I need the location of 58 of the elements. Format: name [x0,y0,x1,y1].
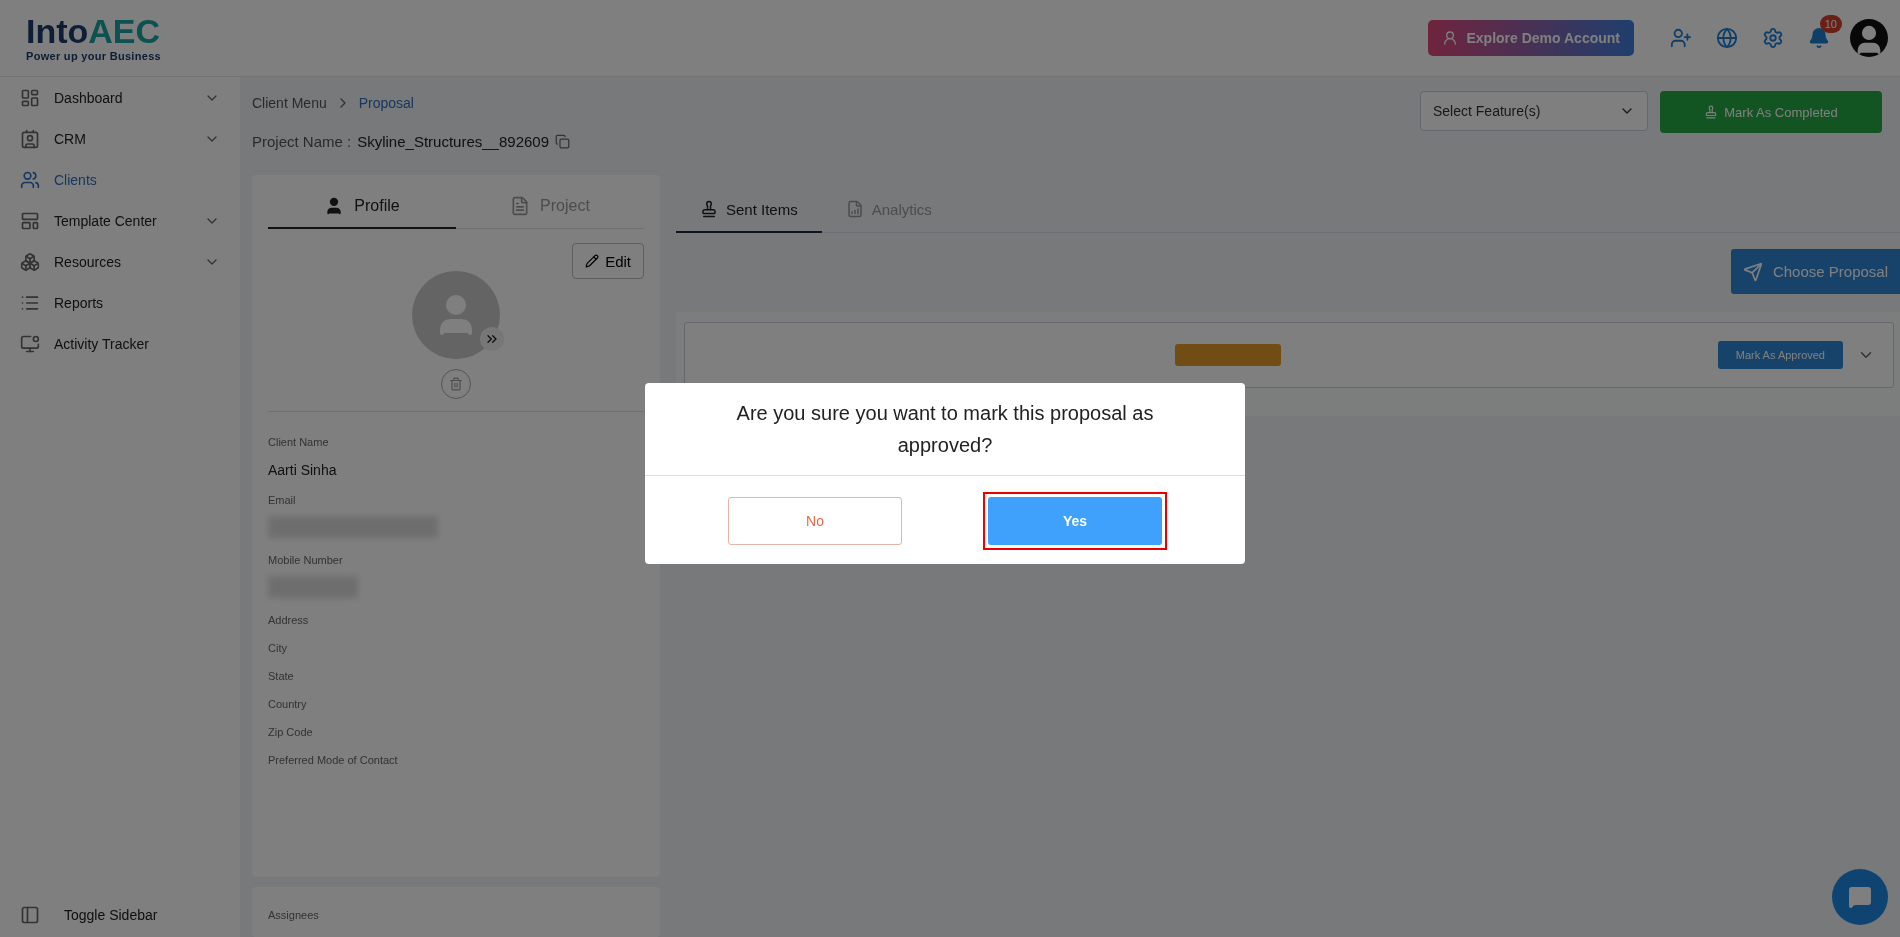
field-label: City [268,642,288,654]
send-icon [1742,261,1763,282]
choose-proposal-button[interactable]: Choose Proposal [1730,249,1900,294]
report-icon [845,200,864,218]
breadcrumb-link[interactable]: Client Menu [252,95,327,111]
field-value: Aarti Sinha [268,462,338,478]
chevrons-right-icon[interactable] [480,327,504,351]
stamp-icon [700,200,718,218]
toggle-sidebar-label[interactable]: Toggle Sidebar [64,907,158,923]
yes-button[interactable]: Yes [988,497,1162,545]
person-icon [1442,30,1459,46]
no-button[interactable]: No [728,497,902,545]
content-tab[interactable]: Sent Items [676,187,822,233]
sidebar-item[interactable]: Dashboard [0,77,240,118]
layout-icon [20,210,40,231]
notification-bell-icon[interactable] [1808,27,1830,49]
edit-button[interactable]: Edit [572,243,644,279]
field-label: Email [268,494,297,506]
explore-demo-button[interactable]: Explore Demo Account [1428,20,1634,56]
field-label: Address [268,614,310,626]
brand-logo: IntoAEC [26,14,161,48]
field-label: Country [268,698,308,710]
add-user-icon[interactable] [1670,27,1692,49]
dashboard-icon [20,87,40,108]
field-label: Preferred Mode of Contact [268,754,399,766]
profile-tab[interactable]: Profile [268,185,456,229]
field-label: Client Name [268,436,330,448]
stamp-icon [1704,105,1719,119]
project-name: Skyline_Structures__892609 [357,133,549,150]
feature-select[interactable]: Select Feature(s) [1420,91,1648,131]
sidebar-item[interactable]: CRM [0,118,240,159]
people-icon [20,169,40,190]
pencil-icon [585,254,600,268]
field-label: Mobile Number [268,554,344,566]
sidebar-item[interactable]: Activity Tracker [0,323,240,364]
sidebar-item[interactable]: Resources [0,241,240,282]
field-label: Zip Code [268,726,314,738]
dialog-message: Are you sure you want to mark this proposal as approved? [645,383,1245,476]
settings-icon[interactable] [1762,27,1784,49]
nodes-icon [20,251,40,272]
panel-icon[interactable] [20,905,40,925]
field-label: State [268,670,295,682]
sidebar-item[interactable]: Reports [0,282,240,323]
chat-icon[interactable] [1832,869,1888,925]
globe-icon[interactable] [1716,27,1738,49]
assignees-label: Assignees [268,909,320,921]
sidebar-item[interactable]: Template Center [0,200,240,241]
user-avatar[interactable] [1850,19,1888,57]
project-name-label: Project Name : [252,133,352,150]
monitor-icon [20,333,40,354]
breadcrumb-link[interactable]: Proposal [358,95,414,111]
mark-completed-button[interactable]: Mark As Completed [1660,91,1882,133]
sidebar-item[interactable]: Clients [0,159,240,200]
copy-icon[interactable] [555,134,570,149]
brand-tagline: Power up your Business [26,50,161,62]
mark-approved-button[interactable]: Mark As Approved [1717,341,1843,369]
contact-card-icon [20,128,40,149]
notification-count: 10 [1819,15,1842,33]
